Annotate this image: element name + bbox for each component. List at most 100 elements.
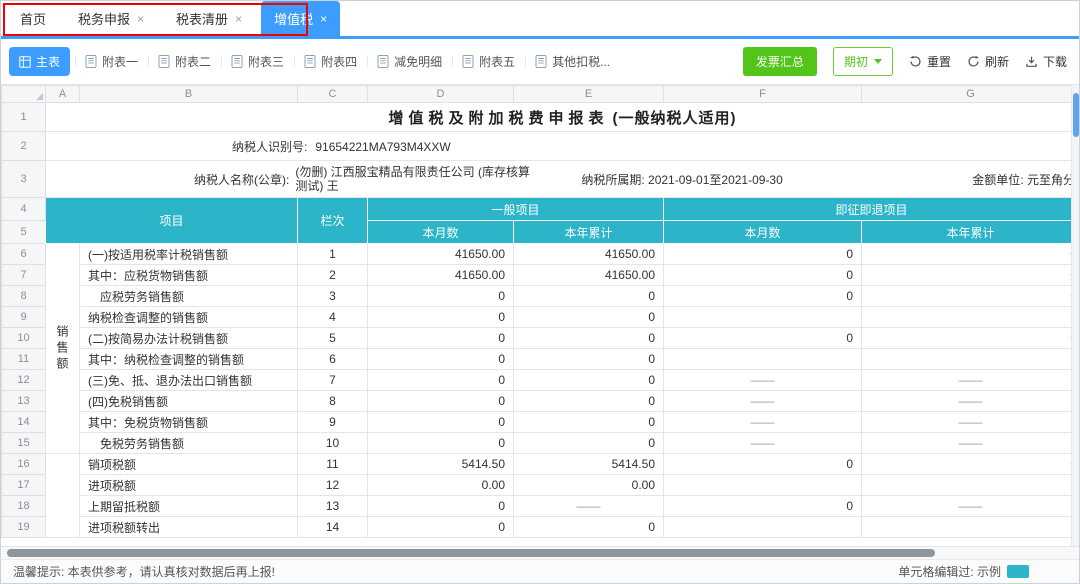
- cell-month-refund[interactable]: [664, 517, 862, 538]
- row-header[interactable]: 19: [2, 517, 46, 538]
- cell-ytd-refund[interactable]: [862, 307, 1080, 328]
- download-button[interactable]: 下载: [1025, 53, 1067, 70]
- cell-item-name[interactable]: (四)免税销售额: [80, 391, 298, 412]
- row-header[interactable]: 17: [2, 475, 46, 496]
- cell-month-general[interactable]: 0.00: [368, 475, 514, 496]
- close-icon[interactable]: ×: [320, 13, 327, 25]
- row-header[interactable]: 13: [2, 391, 46, 412]
- cell-item-name[interactable]: 其中：纳税检查调整的销售额: [80, 349, 298, 370]
- cell-month-general[interactable]: 0: [368, 496, 514, 517]
- row-header[interactable]: 2: [2, 132, 46, 161]
- cell-month-general[interactable]: 41650.00: [368, 265, 514, 286]
- row-header[interactable]: 11: [2, 349, 46, 370]
- column-header[interactable]: E: [514, 86, 664, 103]
- vertical-scrollbar[interactable]: [1071, 85, 1079, 546]
- cell-item-name[interactable]: 进项税额: [80, 475, 298, 496]
- cell-line-no[interactable]: 13: [298, 496, 368, 517]
- cell-ytd-general[interactable]: 0: [514, 370, 664, 391]
- column-header[interactable]: F: [664, 86, 862, 103]
- cell-ytd-refund[interactable]: 0: [862, 286, 1080, 307]
- row-header[interactable]: 8: [2, 286, 46, 307]
- tab-vat-active[interactable]: 增值税 ×: [261, 1, 340, 36]
- cell-item-name[interactable]: 纳税检查调整的销售额: [80, 307, 298, 328]
- cell-month-refund[interactable]: 0: [664, 265, 862, 286]
- cell-item-name[interactable]: (一)按适用税率计税销售额: [80, 244, 298, 265]
- cell-ytd-general[interactable]: 0: [514, 412, 664, 433]
- cell-line-no[interactable]: 9: [298, 412, 368, 433]
- vertical-scrollbar-thumb[interactable]: [1073, 93, 1079, 137]
- cell-month-refund[interactable]: 0: [664, 286, 862, 307]
- cell-ytd-general[interactable]: 0: [514, 307, 664, 328]
- cell-month-general[interactable]: 0: [368, 412, 514, 433]
- cell-line-no[interactable]: 2: [298, 265, 368, 286]
- cell-ytd-general[interactable]: 0: [514, 349, 664, 370]
- column-header[interactable]: G: [862, 86, 1080, 103]
- cell-month-refund[interactable]: [664, 349, 862, 370]
- cell-item-name[interactable]: 上期留抵税额: [80, 496, 298, 517]
- row-header[interactable]: 5: [2, 221, 46, 244]
- cell-ytd-refund[interactable]: ——: [862, 412, 1080, 433]
- cell-ytd-refund[interactable]: [862, 517, 1080, 538]
- cell-line-no[interactable]: 5: [298, 328, 368, 349]
- tab-tax-table-list[interactable]: 税表清册 ×: [163, 1, 255, 36]
- cell-ytd-general[interactable]: 0: [514, 286, 664, 307]
- cell-line-no[interactable]: 7: [298, 370, 368, 391]
- row-header[interactable]: 16: [2, 454, 46, 475]
- cell-ytd-general[interactable]: 0: [514, 517, 664, 538]
- cell-line-no[interactable]: 10: [298, 433, 368, 454]
- sheet-tab-appendix2[interactable]: 附表二: [148, 47, 221, 76]
- refresh-button[interactable]: 刷新: [967, 53, 1009, 70]
- tab-tax-declaration[interactable]: 税务申报 ×: [65, 1, 157, 36]
- cell-month-refund[interactable]: ——: [664, 433, 862, 454]
- cell-item-name[interactable]: 进项税额转出: [80, 517, 298, 538]
- sheet-tab-appendix4[interactable]: 附表四: [294, 47, 367, 76]
- cell-ytd-general[interactable]: 41650.00: [514, 244, 664, 265]
- cell-ytd-refund[interactable]: 0: [862, 328, 1080, 349]
- cell-line-no[interactable]: 14: [298, 517, 368, 538]
- cell-item-name[interactable]: 应税劳务销售额: [80, 286, 298, 307]
- invoice-summary-button[interactable]: 发票汇总: [743, 47, 817, 76]
- cell-ytd-refund[interactable]: 0: [862, 454, 1080, 475]
- cell-item-name[interactable]: (二)按简易办法计税销售额: [80, 328, 298, 349]
- row-header[interactable]: 3: [2, 161, 46, 198]
- cell-month-refund[interactable]: ——: [664, 370, 862, 391]
- cell-month-refund[interactable]: 0: [664, 244, 862, 265]
- cell-month-refund[interactable]: 0: [664, 328, 862, 349]
- cell-ytd-refund[interactable]: 0: [862, 244, 1080, 265]
- column-header[interactable]: D: [368, 86, 514, 103]
- cell-ytd-refund[interactable]: 0: [862, 265, 1080, 286]
- horizontal-scrollbar-thumb[interactable]: [7, 549, 935, 557]
- select-all-corner[interactable]: [2, 86, 46, 103]
- cell-ytd-refund[interactable]: ——: [862, 370, 1080, 391]
- cell-line-no[interactable]: 8: [298, 391, 368, 412]
- cell-month-refund[interactable]: 0: [664, 454, 862, 475]
- cell-ytd-general[interactable]: 0: [514, 433, 664, 454]
- cell-ytd-refund[interactable]: [862, 475, 1080, 496]
- cell-line-no[interactable]: 12: [298, 475, 368, 496]
- cell-line-no[interactable]: 4: [298, 307, 368, 328]
- cell-month-general[interactable]: 41650.00: [368, 244, 514, 265]
- row-header[interactable]: 12: [2, 370, 46, 391]
- horizontal-scrollbar[interactable]: [1, 546, 1079, 559]
- cell-item-name[interactable]: 其中：应税货物销售额: [80, 265, 298, 286]
- row-header[interactable]: 9: [2, 307, 46, 328]
- cell-month-general[interactable]: 0: [368, 328, 514, 349]
- sheet-tab-appendix1[interactable]: 附表一: [75, 47, 148, 76]
- close-icon[interactable]: ×: [235, 13, 242, 25]
- cell-month-general[interactable]: 0: [368, 391, 514, 412]
- reset-button[interactable]: 重置: [909, 53, 951, 70]
- cell-month-general[interactable]: 0: [368, 370, 514, 391]
- row-header[interactable]: 6: [2, 244, 46, 265]
- cell-ytd-refund[interactable]: ——: [862, 433, 1080, 454]
- row-header[interactable]: 15: [2, 433, 46, 454]
- cell-line-no[interactable]: 1: [298, 244, 368, 265]
- cell-ytd-general[interactable]: 5414.50: [514, 454, 664, 475]
- cell-item-name[interactable]: 免税劳务销售额: [80, 433, 298, 454]
- row-header[interactable]: 18: [2, 496, 46, 517]
- cell-ytd-general[interactable]: 41650.00: [514, 265, 664, 286]
- sheet-tab-other-deduction[interactable]: 其他扣税...: [525, 47, 620, 76]
- cell-item-name[interactable]: 其中：免税货物销售额: [80, 412, 298, 433]
- row-header[interactable]: 14: [2, 412, 46, 433]
- sheet-tab-main[interactable]: 主表: [9, 47, 70, 76]
- row-header[interactable]: 1: [2, 103, 46, 132]
